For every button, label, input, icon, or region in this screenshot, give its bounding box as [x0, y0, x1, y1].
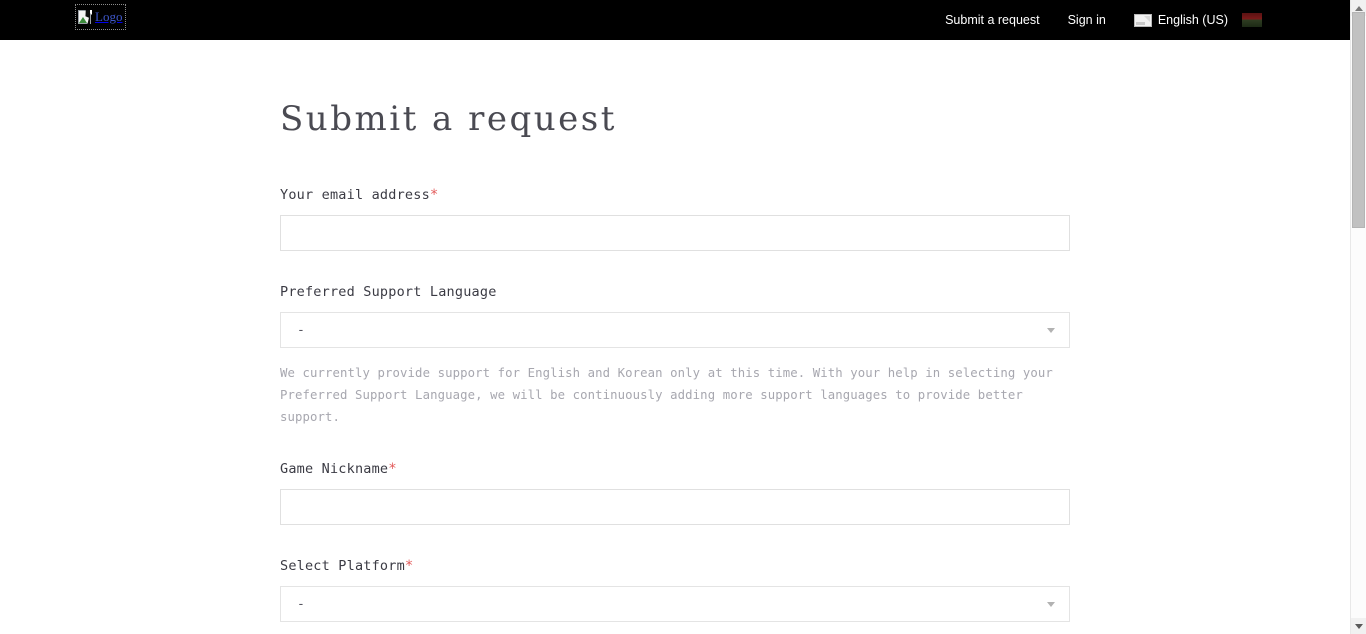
browser-viewport: Logo Submit a request Sign in English (U… [0, 0, 1366, 634]
request-form: Submit a request Your email address* Pre… [280, 40, 1070, 634]
chevron-down-icon [1047, 602, 1055, 607]
main-content: Submit a request Your email address* Pre… [0, 40, 1350, 634]
label-game-nickname: Game Nickname* [280, 460, 1070, 478]
field-your-email-address: Your email address* [280, 186, 1070, 251]
broken-image-icon [78, 9, 94, 25]
language-selector[interactable]: English (US) [1120, 13, 1262, 27]
required-marker: * [388, 461, 397, 477]
header-nav: Submit a request Sign in English (US) [931, 0, 1262, 40]
label-text: Preferred Support Language [280, 284, 497, 300]
nav-sign-in[interactable]: Sign in [1054, 0, 1120, 40]
required-marker: * [404, 558, 414, 574]
field-game-nickname: Game Nickname* [280, 460, 1070, 525]
site-header: Logo Submit a request Sign in English (U… [0, 0, 1350, 40]
help-text-preferred-support-language: We currently provide support for English… [280, 366, 1053, 424]
chevron-down-icon [1047, 328, 1055, 333]
input-your-email-address[interactable] [280, 215, 1070, 251]
label-text: Your email address [280, 187, 430, 203]
site-logo[interactable]: Logo [75, 4, 126, 30]
scrollbar-track[interactable] [1351, 12, 1366, 618]
select-preferred-support-language[interactable]: - [280, 312, 1070, 348]
broken-image-icon-language [1133, 13, 1152, 27]
scroll-down-arrow-icon [1354, 623, 1363, 629]
select-platform[interactable]: - [280, 586, 1070, 622]
select-value: - [297, 596, 305, 612]
page-content-area: Logo Submit a request Sign in English (U… [0, 0, 1350, 634]
nav-submit-a-request[interactable]: Submit a request [931, 0, 1054, 40]
select-value: - [297, 322, 305, 338]
label-text: Game Nickname [280, 461, 389, 477]
label-preferred-support-language: Preferred Support Language [280, 283, 1070, 301]
scroll-up-arrow-icon [1354, 5, 1363, 11]
scroll-down-button[interactable] [1351, 618, 1366, 634]
input-game-nickname[interactable] [280, 489, 1070, 525]
header-inner: Logo Submit a request Sign in English (U… [0, 0, 1350, 40]
required-marker: * [429, 187, 439, 203]
label-select-platform: Select Platform* [280, 557, 1070, 575]
flag-thumbnail-icon [1242, 13, 1262, 27]
page-title: Submit a request [280, 99, 617, 139]
scrollbar-thumb[interactable] [1352, 12, 1365, 228]
field-select-platform: Select Platform* - [280, 557, 1070, 622]
language-label: English (US) [1157, 13, 1228, 27]
label-your-email-address: Your email address* [280, 186, 1070, 204]
logo-alt-text: Logo [95, 9, 123, 24]
label-text: Select Platform [280, 558, 405, 574]
vertical-scrollbar[interactable] [1350, 0, 1366, 634]
field-preferred-support-language: Preferred Support Language - We currentl… [280, 283, 1070, 428]
